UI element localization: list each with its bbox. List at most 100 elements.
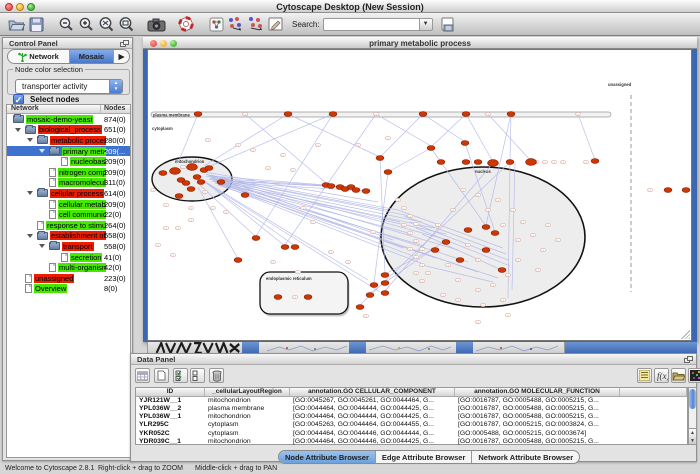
tree-row[interactable]: primary metabo209(... [7, 146, 130, 157]
network-node[interactable] [498, 268, 506, 273]
network-node[interactable] [252, 236, 260, 241]
table-row[interactable]: YPL036W__1mitochondrion[GO:0044464, GO:0… [136, 413, 687, 421]
network-node[interactable] [205, 166, 213, 171]
network-node[interactable] [234, 258, 242, 263]
layout-icon-1[interactable] [226, 14, 246, 34]
network-node[interactable] [462, 112, 470, 117]
network-node[interactable] [187, 187, 195, 192]
network-node[interactable] [507, 112, 515, 117]
tree-row[interactable]: secretion41(0) [7, 252, 130, 263]
network-node[interactable] [284, 112, 292, 117]
network-node[interactable] [464, 228, 472, 233]
search-dropdown-button[interactable]: ▼ [419, 18, 433, 31]
network-node[interactable] [442, 240, 450, 245]
network-node[interactable] [381, 291, 389, 296]
network-node[interactable] [431, 248, 439, 253]
expand-triangle-icon[interactable] [27, 191, 33, 195]
network-node[interactable] [461, 141, 469, 146]
network-node[interactable] [427, 146, 435, 151]
network-node[interactable] [474, 160, 482, 165]
network-node[interactable] [193, 175, 201, 180]
attribute-table-header[interactable]: ID_cellularLayoutRegionannotation.GO CEL… [136, 388, 687, 397]
network-node[interactable] [274, 295, 282, 300]
plasma-membrane-region[interactable] [151, 112, 611, 117]
tree-row[interactable]: cell communicat22(0) [7, 209, 130, 220]
expand-triangle-icon[interactable] [39, 149, 45, 153]
tab-overflow-arrow[interactable]: ▶ [114, 50, 129, 63]
column-header[interactable]: ID [136, 388, 205, 396]
network-node[interactable] [194, 112, 202, 117]
network-node[interactable] [170, 168, 181, 175]
tree-row[interactable]: nucleobase-209(0) [7, 156, 130, 167]
import-attributes-icon[interactable] [671, 368, 686, 383]
network-node[interactable] [175, 194, 183, 199]
table-row[interactable]: YLR295Ccytoplasm[GO:0045263, GO:0044464,… [136, 421, 687, 429]
network-node[interactable] [462, 160, 470, 165]
tree-row[interactable]: nitrogen compo209(0) [7, 167, 130, 178]
annotation-icon[interactable] [266, 14, 286, 34]
zoom-selected-icon[interactable] [116, 14, 136, 34]
zoom-out-icon[interactable] [56, 14, 76, 34]
network-node[interactable] [366, 293, 374, 298]
expand-triangle-icon[interactable] [27, 234, 33, 238]
tree-row[interactable]: cellular metabo209(0) [7, 199, 130, 210]
save-icon[interactable] [26, 14, 46, 34]
tree-row[interactable]: metabolic process280(0) [7, 135, 130, 146]
network-node[interactable] [362, 189, 370, 194]
table-row[interactable]: YDR039C__1mitochondrion[GO:0044464, GO:0… [136, 438, 687, 446]
table-row[interactable]: YJR121W__1mitochondrion[GO:0045267, GO:0… [136, 397, 687, 405]
tree-row[interactable]: multi-organism pro42(0) [7, 262, 130, 273]
network-node[interactable] [197, 180, 205, 185]
network-node[interactable] [217, 180, 225, 185]
open-folder-icon[interactable] [6, 14, 26, 34]
network-node[interactable] [356, 305, 364, 310]
table-row[interactable]: YPL036W__2plasma membrane[GO:0044464, GO… [136, 405, 687, 413]
table-scrollbar[interactable]: ▲▼ [688, 387, 697, 445]
tab-network[interactable]: Network [8, 50, 70, 63]
tree-row[interactable]: biological_process651(0) [7, 125, 130, 136]
expand-triangle-icon[interactable] [27, 138, 33, 142]
resize-grip[interactable] [681, 330, 690, 339]
manage-networks-icon[interactable] [439, 14, 459, 34]
network-node[interactable] [159, 171, 167, 176]
column-header[interactable]: _cellularLayoutRegion [205, 388, 290, 396]
network-node[interactable] [456, 258, 464, 263]
attribute-select-icon[interactable] [135, 368, 150, 383]
help-ring-icon[interactable] [176, 14, 196, 34]
attribute-list-icon[interactable] [637, 368, 652, 383]
attribute-matrix-icon[interactable] [688, 368, 700, 383]
network-node[interactable] [437, 160, 445, 165]
network-node[interactable] [384, 170, 392, 175]
tree-row[interactable]: mosaic-demo-yeast874(0) [7, 114, 130, 125]
network-node[interactable] [482, 225, 490, 230]
column-header[interactable]: annotation.GO MOLECULAR_FUNCTION [455, 388, 620, 396]
network-node[interactable] [591, 159, 599, 164]
node-color-dropdown[interactable]: transporter activity ▲▼ [15, 79, 123, 94]
network-node[interactable] [381, 273, 389, 278]
function-builder-icon[interactable]: f(x) [654, 368, 669, 383]
tree-row[interactable]: macromolecule311(0) [7, 178, 130, 189]
snapshot-icon[interactable] [146, 14, 166, 34]
dropdown-stepper-icon[interactable]: ▲▼ [109, 80, 122, 93]
network-overview-icon[interactable] [206, 14, 226, 34]
float-panel-icon[interactable] [120, 40, 129, 47]
tree-row[interactable]: establishment of lo558(0) [7, 231, 130, 242]
column-header[interactable]: annotation.GO CELLULAR_COMPONENT [290, 388, 455, 396]
tree-row[interactable]: transport558(0) [7, 241, 130, 252]
select-attributes-icon[interactable] [173, 368, 188, 383]
network-node[interactable] [376, 156, 384, 161]
tree-header[interactable]: Network Nodes [7, 105, 130, 114]
zoom-in-icon[interactable] [76, 14, 96, 34]
network-node[interactable] [304, 295, 312, 300]
network-node[interactable] [241, 193, 249, 198]
network-node[interactable] [370, 283, 378, 288]
network-node[interactable] [327, 184, 335, 189]
network-node[interactable] [419, 112, 427, 117]
network-node[interactable] [482, 248, 490, 253]
tab-mosaic[interactable]: Mosaic [70, 50, 114, 63]
network-node[interactable] [352, 188, 360, 193]
new-attribute-icon[interactable] [154, 368, 169, 383]
delete-attribute-icon[interactable] [209, 368, 224, 383]
network-node[interactable] [182, 181, 190, 186]
network-node[interactable] [664, 188, 672, 193]
